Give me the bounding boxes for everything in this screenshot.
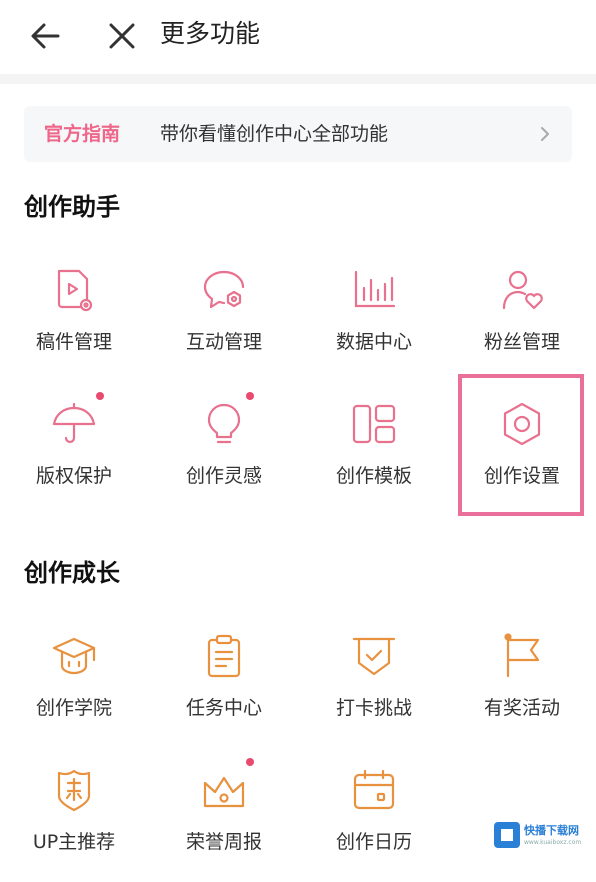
tile-label: 创作灵感 [185, 465, 262, 487]
clipboard-icon [207, 634, 241, 678]
tile-manuscript-management[interactable]: 稿件管理 [0, 256, 148, 382]
bar-chart-icon [354, 270, 396, 308]
umbrella-icon [52, 402, 96, 444]
watermark-logo: 快播下载网 www.kuaiboxz.com [494, 822, 590, 854]
calendar-icon [353, 769, 395, 810]
tile-checkin-challenge[interactable]: 打卡挑战 [300, 622, 448, 748]
tile-fan-management[interactable]: 粉丝管理 [448, 256, 596, 382]
notification-dot [96, 392, 104, 400]
tile-task-center[interactable]: 任务中心 [150, 622, 298, 748]
template-grid-icon [352, 404, 396, 444]
section-title-creation-assistant: 创作助手 [24, 193, 120, 221]
chevron-right-icon [541, 127, 549, 141]
guide-tag: 官方指南 [44, 123, 121, 145]
close-icon[interactable] [104, 18, 140, 54]
user-heart-icon [502, 270, 543, 310]
comment-settings-icon [203, 270, 245, 309]
watermark-title: 快播下载网 [524, 824, 579, 837]
badge-icon [57, 769, 91, 812]
shield-check-icon [352, 637, 396, 676]
guide-description: 带你看懂创作中心全部功能 [160, 123, 389, 145]
flag-icon [504, 633, 540, 678]
tile-prize-activity[interactable]: 有奖活动 [448, 622, 596, 748]
tile-label: 创作日历 [335, 831, 412, 853]
tile-label: 创作学院 [35, 697, 112, 719]
tile-label: 有奖活动 [483, 697, 560, 719]
graduation-cap-icon [52, 637, 96, 675]
watermark-url: www.kuaiboxz.com [524, 839, 582, 846]
page-title: 更多功能 [160, 19, 261, 48]
tile-copyright-protection[interactable]: 版权保护 [0, 390, 148, 516]
crown-icon [203, 776, 245, 808]
top-bar: 更多功能 [0, 0, 596, 74]
tile-data-center[interactable]: 数据中心 [300, 256, 448, 382]
notification-dot [246, 392, 254, 400]
tile-interaction-management[interactable]: 互动管理 [150, 256, 298, 382]
tile-label: UP主推荐 [32, 831, 116, 853]
tile-label: 数据中心 [335, 331, 412, 353]
tile-label: 稿件管理 [35, 331, 112, 353]
lightbulb-icon [207, 403, 241, 444]
tile-label: 互动管理 [185, 331, 262, 353]
tile-label: 任务中心 [185, 697, 262, 719]
tile-label: 荣誉周报 [185, 831, 262, 853]
tile-label: 粉丝管理 [483, 331, 560, 353]
tile-label: 打卡挑战 [335, 697, 412, 719]
tile-creation-template[interactable]: 创作模板 [300, 390, 448, 516]
section-title-creation-growth: 创作成长 [24, 559, 120, 587]
tile-creation-calendar[interactable]: 创作日历 [300, 756, 448, 882]
tile-label: 创作模板 [335, 465, 412, 487]
tile-label: 版权保护 [35, 465, 112, 487]
watermark-box-icon [494, 822, 520, 848]
tile-up-recommend[interactable]: UP主推荐 [0, 756, 148, 882]
highlight-frame [458, 374, 584, 516]
tile-honor-weekly[interactable]: 荣誉周报 [150, 756, 298, 882]
notification-dot [246, 758, 254, 766]
manuscript-icon [57, 269, 93, 312]
tile-creation-academy[interactable]: 创作学院 [0, 622, 148, 748]
header-divider [0, 74, 596, 84]
back-arrow-icon[interactable] [28, 18, 64, 54]
official-guide-banner[interactable]: 官方指南 带你看懂创作中心全部功能 [24, 106, 572, 162]
tile-creation-inspiration[interactable]: 创作灵感 [150, 390, 298, 516]
